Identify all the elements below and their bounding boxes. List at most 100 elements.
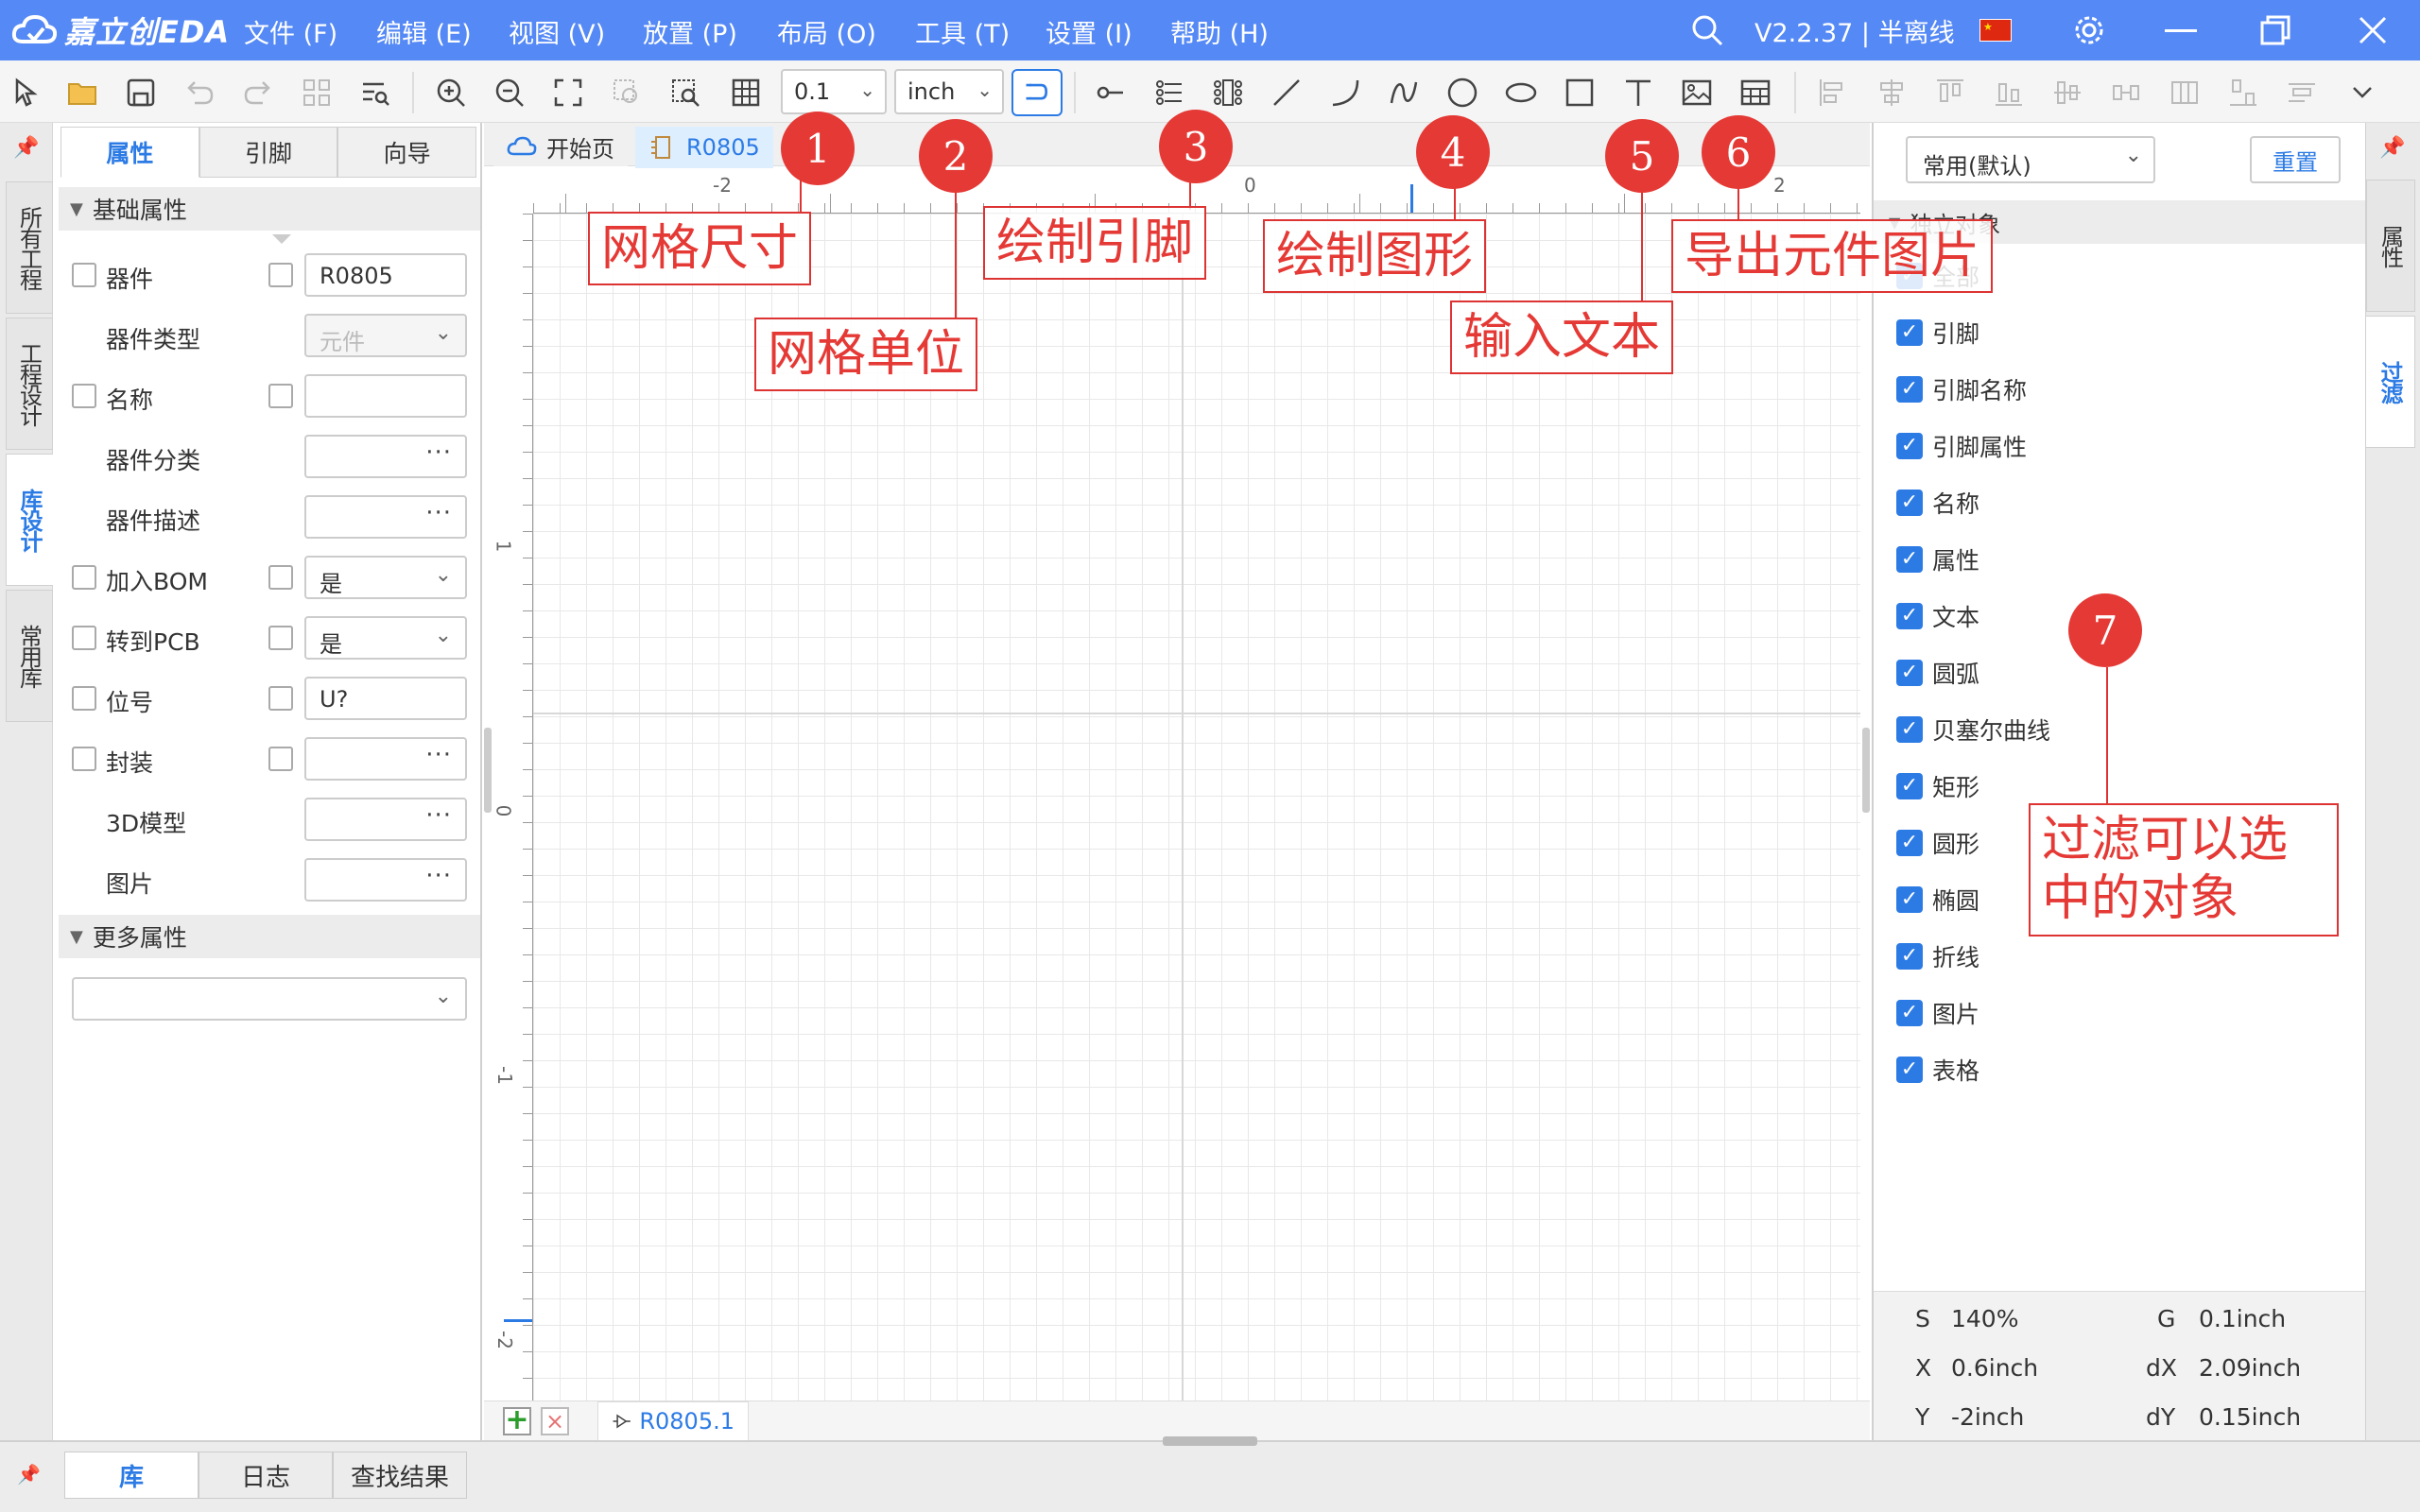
rectangle-icon[interactable] [1564,77,1596,109]
tab-properties[interactable]: 属性 [60,127,199,178]
menu-layout[interactable]: 布局 (O) [777,13,876,50]
more-dots-icon[interactable]: ··· [425,741,452,769]
search-icon[interactable] [1690,0,1724,60]
image-input[interactable]: ··· [304,858,467,902]
menu-file[interactable]: 文件 (F) [244,13,337,50]
restore-icon[interactable] [2259,0,2291,60]
group-icon[interactable] [301,77,333,109]
name-checkbox[interactable] [72,384,96,408]
filter-checkbox[interactable]: ✓ [1896,830,1923,856]
tab-filter[interactable]: 过滤 [2366,316,2415,448]
find-replace-icon[interactable] [359,77,391,109]
more-dots-icon[interactable]: ··· [425,801,452,830]
tab-r0805[interactable]: R0805 [635,127,773,168]
snap-toggle-icon[interactable] [1011,69,1063,116]
align-left-icon[interactable] [1817,77,1849,109]
more-dots-icon[interactable]: ··· [425,862,452,890]
zoom-out-icon[interactable] [493,77,526,109]
tab-library[interactable]: 库 [64,1452,199,1499]
filter-item[interactable]: ✓ 折线 [1896,937,1979,975]
left-collapse-handle[interactable] [484,728,492,813]
filter-checkbox[interactable]: ✓ [1896,1000,1923,1026]
ellipse-icon[interactable] [1505,77,1537,109]
filter-checkbox[interactable]: ✓ [1896,886,1923,913]
tab-library-design[interactable]: 库设计 [6,454,53,586]
section-basic-properties[interactable]: ▼ 基础属性 [59,187,480,231]
footprint-input[interactable]: ··· [304,737,467,781]
bezier-icon[interactable] [1388,77,1420,109]
filter-item[interactable]: ✓ 引脚名称 [1896,370,2027,408]
delete-sheet-icon[interactable]: × [541,1407,569,1435]
zoom-area-icon[interactable] [669,77,701,109]
filter-item[interactable]: ✓ 贝塞尔曲线 [1896,711,2050,748]
save-icon[interactable] [125,77,157,109]
zoom-selection-icon[interactable] [611,77,643,109]
filter-checkbox[interactable]: ✓ [1896,546,1923,573]
table-icon[interactable] [1739,77,1772,109]
distribute-v-icon[interactable] [2227,77,2259,109]
device-type-select[interactable]: 元件 ⌄ [304,314,467,357]
pin-icon[interactable] [1095,77,1127,109]
tab-wizard[interactable]: 向导 [337,127,477,178]
grid-icon[interactable] [730,77,762,109]
filter-checkbox[interactable]: ✓ [1896,376,1923,403]
distribute-grid-icon[interactable] [2169,77,2201,109]
minimize-icon[interactable] [2165,0,2197,60]
designator-value-checkbox[interactable] [268,686,293,711]
text-icon[interactable] [1622,77,1654,109]
footprint-checkbox[interactable] [72,747,96,771]
align-top-icon[interactable] [1934,77,1966,109]
more-dots-icon[interactable]: ··· [425,499,452,527]
filter-checkbox[interactable]: ✓ [1896,490,1923,516]
menu-place[interactable]: 放置 (P) [643,13,737,50]
filter-item[interactable]: ✓ 属性 [1896,541,1979,578]
reset-button[interactable]: 重置 [2250,136,2341,183]
pin-panel-icon[interactable]: 📌 [13,136,39,160]
tab-all-projects[interactable]: 所有工程 [6,181,53,314]
filter-preset-select[interactable]: 常用(默认) ⌄ [1906,136,2155,183]
pcb-value-checkbox[interactable] [268,626,293,650]
grid-unit-select[interactable]: inch ⌄ [894,69,1004,114]
filter-item[interactable]: ✓ 引脚属性 [1896,427,2027,465]
filter-item[interactable]: ✓ 图片 [1896,994,1979,1032]
tab-log[interactable]: 日志 [199,1452,333,1499]
footprint-value-checkbox[interactable] [268,747,293,771]
filter-checkbox[interactable]: ✓ [1896,319,1923,346]
filter-checkbox[interactable]: ✓ [1896,716,1923,743]
filter-item[interactable]: ✓ 矩形 [1896,767,1979,805]
redo-icon[interactable] [242,77,274,109]
tab-search-results[interactable]: 查找结果 [333,1452,467,1499]
zoom-in-icon[interactable] [435,77,467,109]
add-sheet-icon[interactable]: + [503,1406,531,1435]
align-grid-icon[interactable] [2286,77,2318,109]
more-properties-select[interactable]: ⌄ [72,977,467,1021]
circle-icon[interactable] [1446,77,1478,109]
device-value-checkbox[interactable] [268,263,293,287]
description-input[interactable]: ··· [304,495,467,539]
filter-checkbox[interactable]: ✓ [1896,1057,1923,1083]
align-center-icon[interactable] [1876,77,1908,109]
more-chevron-icon[interactable] [2346,77,2378,109]
settings-gear-icon[interactable] [2072,0,2106,60]
bom-value-checkbox[interactable] [268,565,293,590]
bottom-resize-handle[interactable] [1163,1436,1257,1446]
device-input[interactable]: R0805 [304,253,467,297]
align-middle-icon[interactable] [2051,77,2083,109]
designator-checkbox[interactable] [72,686,96,711]
grid-size-select[interactable]: 0.1 ⌄ [781,69,887,114]
tab-project-design[interactable]: 工程设计 [6,318,53,450]
filter-item[interactable]: ✓ 椭圆 [1896,881,1979,919]
right-collapse-handle[interactable] [1862,728,1870,813]
menu-view[interactable]: 视图 (V) [509,13,605,50]
drawing-grid[interactable] [533,214,1860,1400]
filter-checkbox[interactable]: ✓ [1896,773,1923,799]
line-icon[interactable] [1270,77,1303,109]
filter-item[interactable]: ✓ 圆形 [1896,824,1979,862]
tab-start-page[interactable]: 开始页 [493,127,628,166]
pin-array-icon[interactable] [1153,77,1185,109]
name-input[interactable] [304,374,467,418]
section-more-properties[interactable]: ▼ 更多属性 [59,915,480,958]
device-checkbox[interactable] [72,263,96,287]
filter-item[interactable]: ✓ 文本 [1896,597,1979,635]
menu-settings[interactable]: 设置 (I) [1046,13,1132,50]
